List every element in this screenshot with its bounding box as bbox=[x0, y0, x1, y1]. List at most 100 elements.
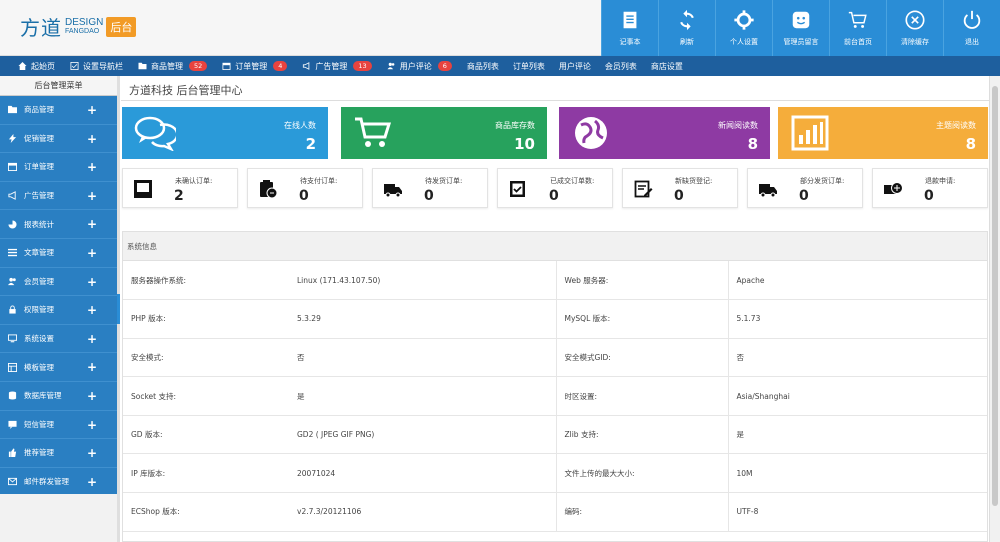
sidebar-item-1[interactable]: 促销管理 + bbox=[0, 125, 117, 154]
expand-plus-icon[interactable]: + bbox=[87, 389, 97, 403]
clear-cache-button[interactable]: 清除缓存 bbox=[886, 0, 943, 56]
expand-plus-icon[interactable]: + bbox=[87, 246, 97, 260]
logout-button[interactable]: 退出 bbox=[943, 0, 1000, 56]
nav-settings[interactable]: 设置导航栏 bbox=[70, 61, 123, 72]
sidebar-item-2[interactable]: 订单管理 + bbox=[0, 153, 117, 182]
nav-ads[interactable]: 广告管理 13 bbox=[302, 61, 372, 72]
expand-plus-icon[interactable]: + bbox=[87, 360, 97, 374]
nav-comments-label: 用户评论 bbox=[399, 61, 432, 71]
stat-online-label: 在线人数 bbox=[284, 121, 316, 130]
expand-plus-icon[interactable]: + bbox=[87, 160, 97, 174]
nav-link-user-comments[interactable]: 用户评论 bbox=[559, 61, 591, 72]
sidebar-item-label: 权限管理 bbox=[24, 305, 54, 315]
personal-settings-label: 个人设置 bbox=[730, 38, 758, 46]
stat-news-reads[interactable]: 新闻阅读数 8 bbox=[559, 107, 770, 159]
title-divider bbox=[121, 100, 989, 101]
expand-plus-icon[interactable]: + bbox=[87, 189, 97, 203]
sidebar-item-8[interactable]: 系统设置 + bbox=[0, 325, 117, 354]
sidebar-item-0[interactable]: 商品管理 + bbox=[0, 96, 117, 125]
scrollbar-thumb[interactable] bbox=[992, 86, 998, 506]
sidebar-item-label: 系统设置 bbox=[24, 334, 54, 344]
nav-goods[interactable]: 商品管理 52 bbox=[138, 61, 208, 72]
home-icon bbox=[18, 62, 27, 70]
expand-plus-icon[interactable]: + bbox=[87, 275, 97, 289]
sys-info-value: 10M bbox=[727, 453, 987, 494]
top-nav: 起始页 设置导航栏 商品管理 52 订单管理 4 广告管理 13 用户评论 6 … bbox=[0, 56, 1000, 76]
list-icon bbox=[8, 249, 17, 257]
stat-online-value: 2 bbox=[305, 135, 316, 153]
logo[interactable]: 方道 DESIGN FANGDAO 后台 bbox=[20, 12, 137, 41]
refresh-button[interactable]: 刷新 bbox=[658, 0, 715, 56]
sys-info-key: Zlib 支持: bbox=[555, 415, 728, 455]
sys-info-value: 5.3.29 bbox=[295, 299, 556, 339]
sidebar-splitter[interactable] bbox=[117, 76, 120, 542]
out-of-stock-register[interactable]: 新缺货登记: 0 bbox=[622, 168, 738, 208]
expand-plus-icon[interactable]: + bbox=[87, 418, 97, 432]
expand-plus-icon[interactable]: + bbox=[87, 103, 97, 117]
sys-info-key: IP 库版本: bbox=[123, 453, 295, 494]
order-to-ship[interactable]: 待发货订单: 0 bbox=[372, 168, 488, 208]
personal-settings-button[interactable]: 个人设置 bbox=[715, 0, 772, 56]
sidebar-item-3[interactable]: 广告管理 + bbox=[0, 182, 117, 211]
order-partial-shipped[interactable]: 部分发货订单: 0 bbox=[747, 168, 863, 208]
order-completed[interactable]: 已成交订单数: 0 bbox=[497, 168, 613, 208]
expand-plus-icon[interactable]: + bbox=[87, 303, 97, 317]
globe-icon bbox=[575, 117, 607, 149]
page-scrollbar[interactable] bbox=[989, 76, 1000, 542]
stat-topic-reads[interactable]: 主题阅读数 8 bbox=[778, 107, 988, 159]
notepad-button[interactable]: 记事本 bbox=[601, 0, 658, 56]
nav-link-member-list[interactable]: 会员列表 bbox=[605, 61, 637, 72]
admin-message-button[interactable]: 管理员留言 bbox=[772, 0, 829, 56]
calendar-icon bbox=[8, 163, 17, 172]
table-row: 安全模式: 否安全模式GID: 否 bbox=[123, 338, 987, 378]
sidebar-item-5[interactable]: 文章管理 + bbox=[0, 239, 117, 268]
sidebar-item-label: 订单管理 bbox=[24, 162, 54, 172]
sidebar-item-7[interactable]: 权限管理 + bbox=[0, 296, 117, 325]
expand-plus-icon[interactable]: + bbox=[87, 332, 97, 346]
sidebar-item-10[interactable]: 数据库管理 + bbox=[0, 382, 117, 411]
expand-plus-icon[interactable]: + bbox=[87, 446, 97, 460]
sys-info-value: GD2 ( JPEG GIF PNG) bbox=[295, 415, 556, 455]
sidebar-item-9[interactable]: 模板管理 + bbox=[0, 353, 117, 382]
stat-stock[interactable]: 商品库存数 10 bbox=[341, 107, 547, 159]
table-row: IP 库版本: 20071024 文件上传的最大大小: 10M bbox=[123, 453, 987, 494]
sidebar-item-label: 邮件群发管理 bbox=[24, 477, 69, 487]
sidebar-item-label: 商品管理 bbox=[24, 105, 54, 115]
sys-info-value: 否 bbox=[295, 338, 556, 378]
frontend-home-button[interactable]: 前台首页 bbox=[829, 0, 886, 56]
expand-plus-icon[interactable]: + bbox=[87, 217, 97, 231]
sidebar-item-12[interactable]: 推荐管理 + bbox=[0, 439, 117, 468]
refund-requests[interactable]: 退款申请: 0 bbox=[872, 168, 988, 208]
system-info-panel: 系统信息 服务器操作系统: Linux (171.43.107.50) Web 服务… bbox=[122, 231, 988, 542]
sys-info-value: 5.1.73 bbox=[727, 299, 987, 339]
splitter-handle[interactable] bbox=[117, 294, 120, 324]
clear-cache-label: 清除缓存 bbox=[901, 38, 929, 46]
nav-link-goods-list[interactable]: 商品列表 bbox=[467, 61, 499, 72]
nav-comments[interactable]: 用户评论 6 bbox=[387, 61, 452, 72]
sys-info-key: Socket 支持: bbox=[123, 376, 295, 416]
sidebar-item-label: 会员管理 bbox=[24, 276, 54, 286]
nav-orders[interactable]: 订单管理 4 bbox=[222, 61, 288, 72]
out-of-stock-label: 新缺货登记: bbox=[675, 177, 713, 185]
nav-link-order-list[interactable]: 订单列表 bbox=[513, 61, 545, 72]
order-unpaid[interactable]: 待支付订单: 0 bbox=[247, 168, 363, 208]
out-of-stock-value: 0 bbox=[674, 188, 684, 204]
expand-plus-icon[interactable]: + bbox=[87, 132, 97, 146]
megaphone-icon bbox=[303, 62, 310, 70]
order-unconfirmed[interactable]: 未确认订单: 2 bbox=[122, 168, 238, 208]
inbox-icon bbox=[134, 180, 152, 198]
expand-plus-icon[interactable]: + bbox=[87, 475, 97, 489]
stat-stock-value: 10 bbox=[514, 135, 535, 153]
table-row: 服务器操作系统: Linux (171.43.107.50) Web 服务器: Apa… bbox=[123, 261, 987, 301]
nav-link-shop-settings[interactable]: 商店设置 bbox=[651, 61, 683, 72]
sidebar-item-13[interactable]: 邮件群发管理 + bbox=[0, 468, 117, 497]
sidebar-item-6[interactable]: 会员管理 + bbox=[0, 268, 117, 297]
sidebar-item-11[interactable]: 短信管理 + bbox=[0, 411, 117, 440]
stat-news-label: 新闻阅读数 bbox=[718, 121, 758, 130]
sidebar-item-4[interactable]: 报表统计 + bbox=[0, 210, 117, 239]
logo-cn: 方道 bbox=[20, 16, 62, 40]
stat-online-users[interactable]: 在线人数 2 bbox=[122, 107, 328, 159]
nav-home[interactable]: 起始页 bbox=[18, 61, 55, 72]
refund-requests-value: 0 bbox=[924, 188, 934, 204]
stat-news-value: 8 bbox=[747, 135, 758, 153]
